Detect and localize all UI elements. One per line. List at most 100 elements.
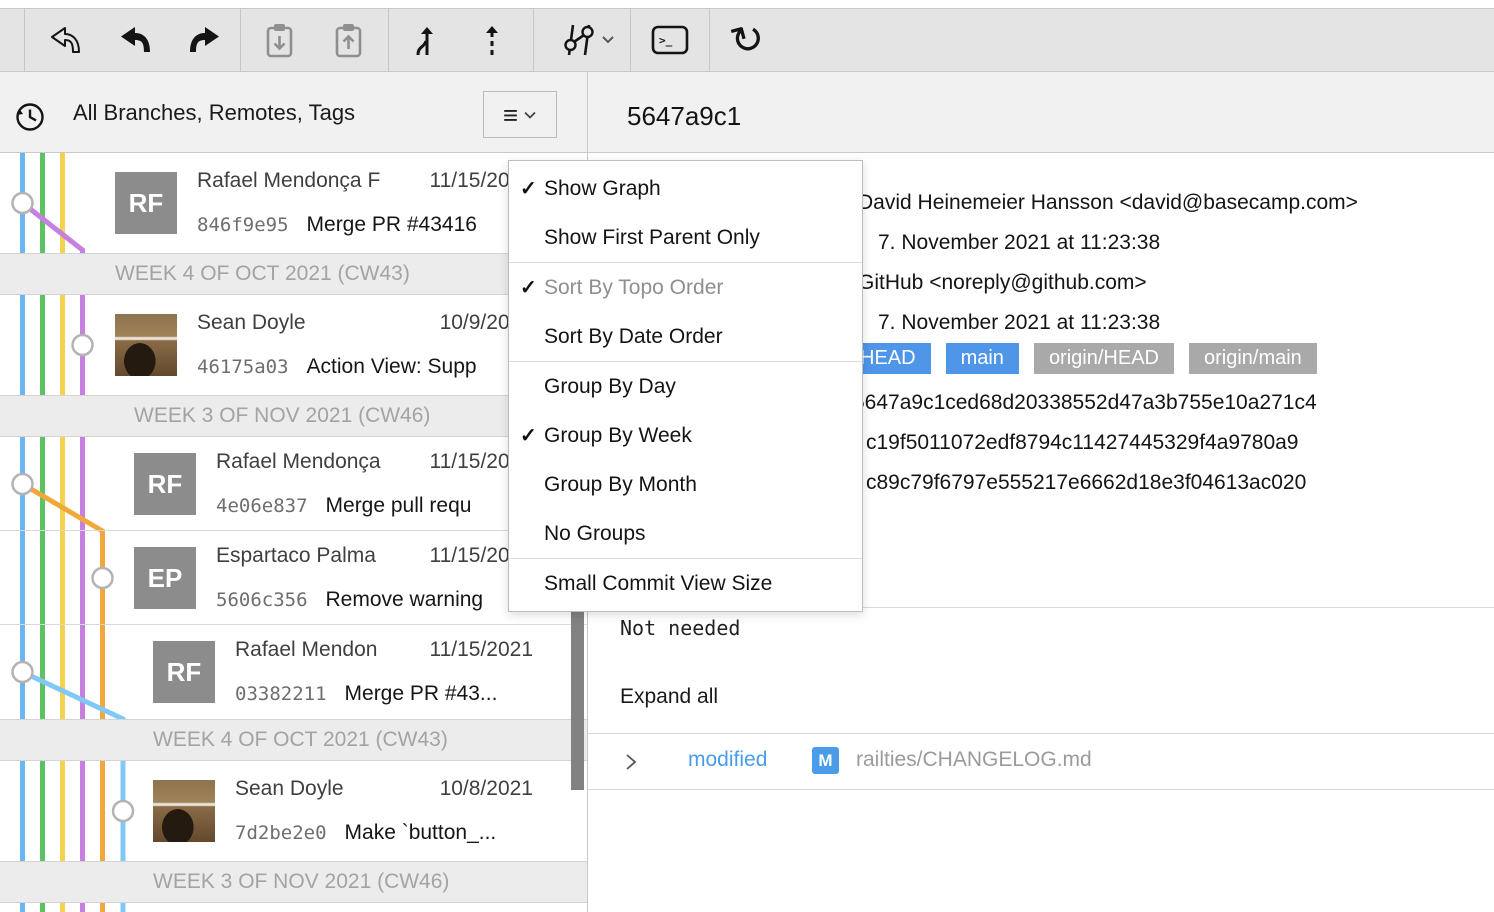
- ref-badge-main[interactable]: main: [946, 343, 1019, 374]
- group-header: WEEK 3 OF NOV 2021 (CW46): [0, 861, 587, 903]
- commit-row[interactable]: RF Rafael Mendon 11/15/2021 03382211 Mer…: [0, 625, 587, 719]
- app-window: >_ ↻ All Branches, Remotes, Tags ≡ 5647a…: [0, 0, 1494, 912]
- ref-badge-origin-head[interactable]: origin/HEAD: [1034, 343, 1174, 374]
- group-header: WEEK 4 OF OCT 2021 (CW43): [0, 253, 587, 295]
- commit-message: Merge PR #43416: [307, 212, 477, 238]
- author-name: Espartaco Palma: [216, 543, 403, 569]
- menu-item-label: Show Graph: [544, 177, 661, 201]
- author-date-line: 7. November 2021 at 11:23:38: [878, 229, 1160, 256]
- author-name: Rafael Mendonça F: [197, 168, 403, 194]
- terminal-icon: >_: [650, 24, 690, 56]
- menu-item-label: Group By Week: [544, 424, 692, 448]
- toolbar-separator: [533, 9, 534, 71]
- avatar: RF: [115, 172, 177, 234]
- merge-arrow-icon: [407, 22, 441, 58]
- graph-filter-button[interactable]: [556, 9, 620, 71]
- menu-item-group-by-month[interactable]: Group By Month: [509, 460, 862, 509]
- undo-filled-icon: [118, 25, 154, 55]
- menu-item-label: Small Commit View Size: [544, 572, 772, 596]
- group-header-label: WEEK 3 OF NOV 2021 (CW46): [134, 404, 430, 428]
- chevron-right-icon[interactable]: [624, 753, 638, 771]
- branch-filter-label[interactable]: All Branches, Remotes, Tags: [73, 100, 355, 126]
- commit-message: Merge PR #43...: [345, 681, 498, 707]
- checkmark-icon: ✓: [520, 411, 537, 460]
- undo-button[interactable]: [112, 9, 160, 71]
- menu-item-group-by-week[interactable]: ✓ Group By Week: [509, 411, 862, 460]
- stash-save-button[interactable]: [259, 9, 299, 71]
- menu-item-label: Sort By Topo Order: [544, 276, 723, 300]
- toolbar-separator: [630, 9, 631, 71]
- commit-hash: 5606c356: [216, 587, 308, 613]
- commit-date: 10/8/2021: [440, 776, 533, 802]
- chevron-down-icon: [523, 110, 537, 120]
- expand-all-button[interactable]: Expand all: [620, 684, 718, 710]
- view-options-menu: ✓ Show Graph Show First Parent Only ✓ So…: [508, 160, 863, 612]
- commit-row[interactable]: Sean Doyle 10/8/2021 7d2be2e0 Make `butt…: [0, 761, 587, 861]
- refresh-icon: ↻: [727, 16, 770, 63]
- view-options-button[interactable]: ≡: [483, 91, 557, 138]
- commit-hash: 846f9e95: [197, 212, 289, 238]
- menu-item-label: Group By Month: [544, 473, 697, 497]
- group-header-label: WEEK 3 OF NOV 2021 (CW46): [153, 870, 449, 894]
- commit-row[interactable]: Sean Doyle 10/9/2021 46175a03 Action Vie…: [0, 295, 587, 395]
- graph-filter-icon: [559, 23, 617, 57]
- menu-item-sort-by-topo-order[interactable]: ✓ Sort By Topo Order: [509, 263, 862, 312]
- toolbar-separator: [709, 9, 710, 71]
- commit-row[interactable]: RF Rafael Mendonça F 11/15/2021 846f9e95…: [0, 153, 587, 253]
- commit-message: Merge pull requ: [326, 493, 472, 519]
- stash-pop-button[interactable]: [328, 9, 368, 71]
- terminal-button[interactable]: >_: [648, 9, 692, 71]
- commit-message: Make `button_...: [345, 820, 497, 846]
- menu-item-no-groups[interactable]: No Groups: [509, 509, 862, 558]
- menu-item-show-first-parent-only[interactable]: Show First Parent Only: [509, 213, 862, 262]
- toolbar: >_ ↻: [0, 8, 1494, 72]
- avatar: RF: [134, 453, 196, 515]
- avatar: [115, 314, 177, 376]
- file-status-label: modified: [688, 748, 767, 772]
- author-line: David Heinemeier Hansson <david@basecamp…: [858, 189, 1358, 216]
- redo-button[interactable]: [180, 9, 228, 71]
- commit-row[interactable]: EP Espartaco Palma 11/15/2021 5606c356 R…: [0, 531, 587, 625]
- commit-hash: 4e06e837: [216, 493, 308, 519]
- refresh-button[interactable]: ↻: [726, 9, 770, 71]
- ref-badge-origin-main[interactable]: origin/main: [1189, 343, 1317, 374]
- commit-date: 11/15/2021: [429, 637, 533, 663]
- history-icon[interactable]: [11, 99, 47, 135]
- redo-filled-icon: [186, 25, 222, 55]
- merge-button[interactable]: [404, 9, 444, 71]
- section-separator: [588, 789, 1494, 790]
- undo-outline-icon: [48, 25, 84, 55]
- committer-line: GitHub <noreply@github.com>: [858, 269, 1147, 296]
- menu-item-label: Sort By Date Order: [544, 325, 723, 349]
- commit-message: Action View: Supp: [307, 354, 477, 380]
- dashed-up-arrow-icon: [480, 22, 504, 58]
- group-header: WEEK 4 OF OCT 2021 (CW43): [0, 719, 587, 761]
- push-button[interactable]: [472, 9, 512, 71]
- group-header-label: WEEK 4 OF OCT 2021 (CW43): [153, 728, 448, 752]
- commit-row[interactable]: RF Rafael Mendonça 11/15/2021 4e06e837 M…: [0, 437, 587, 531]
- menu-item-small-commit-view-size[interactable]: Small Commit View Size: [509, 559, 862, 608]
- commit-hash: 7d2be2e0: [235, 820, 327, 846]
- commit-hash: 46175a03: [197, 354, 289, 380]
- clipboard-up-icon: [330, 21, 366, 59]
- parent-hash: c19f5011072edf8794c11427445329f4a9780a9: [866, 429, 1298, 456]
- hamburger-icon: ≡: [503, 102, 518, 128]
- author-name: Rafael Mendonça: [216, 449, 403, 475]
- menu-item-sort-by-date-order[interactable]: Sort By Date Order: [509, 312, 862, 361]
- file-row[interactable]: modified M railties/CHANGELOG.md: [588, 734, 1494, 789]
- menu-item-group-by-day[interactable]: Group By Day: [509, 362, 862, 411]
- checkmark-icon: ✓: [520, 164, 537, 213]
- ref-badges: HEAD main origin/HEAD origin/main: [845, 343, 1317, 374]
- author-name: Sean Doyle: [235, 776, 403, 802]
- menu-item-label: No Groups: [544, 522, 646, 546]
- commit-message-body: Not needed: [620, 615, 740, 641]
- parent-hash: c89c79f6797e555217e6662d18e3f04613ac020: [866, 469, 1306, 496]
- group-header-label: WEEK 4 OF OCT 2021 (CW43): [115, 262, 410, 286]
- commit-message: Remove warning: [326, 587, 484, 613]
- svg-text:>_: >_: [659, 34, 673, 47]
- group-header: WEEK 3 OF NOV 2021 (CW46): [0, 395, 587, 437]
- toolbar-separator: [24, 9, 25, 71]
- avatar: [153, 780, 215, 842]
- discard-button[interactable]: [42, 9, 90, 71]
- menu-item-show-graph[interactable]: ✓ Show Graph: [509, 164, 862, 213]
